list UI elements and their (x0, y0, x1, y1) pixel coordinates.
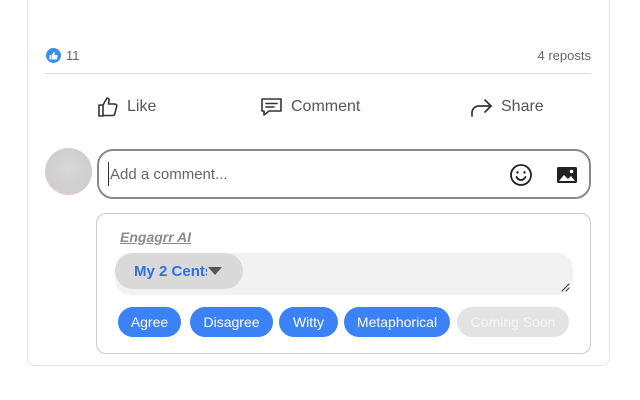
share-arrow-icon (471, 99, 492, 117)
resize-handle-icon[interactable] (560, 282, 570, 292)
like-button[interactable]: Like (96, 88, 156, 126)
like-count: 11 (66, 47, 80, 63)
like-label: Like (127, 98, 157, 115)
share-label: Share (501, 98, 544, 115)
comment-box (97, 149, 591, 199)
chip-disagree[interactable]: Disagree (190, 307, 273, 337)
comment-input[interactable] (108, 162, 490, 186)
ai-panel-title[interactable]: Engagrr AI (120, 229, 191, 245)
image-icon[interactable] (555, 163, 579, 187)
tone-selected-label: My 2 Cents (134, 262, 207, 280)
chip-witty[interactable]: Witty (279, 307, 338, 337)
comment-button[interactable]: Comment (259, 88, 360, 126)
page: 11 4 reposts Like Comment Share Add a co… (0, 0, 640, 400)
chip-agree[interactable]: Agree (118, 307, 181, 337)
speech-bubble-icon (261, 98, 282, 116)
chip-coming-soon: Coming Soon (457, 307, 569, 337)
comment-label: Comment (291, 98, 361, 115)
chip-metaphorical[interactable]: Metaphorical (344, 307, 450, 337)
divider (45, 73, 591, 74)
post-actions: Like Comment Share (46, 88, 591, 126)
reaction-summary[interactable]: 11 (46, 47, 80, 63)
repost-count[interactable]: 4 reposts (538, 48, 591, 63)
caret-down-icon (208, 267, 222, 275)
thumbs-up-outline-icon (98, 97, 118, 117)
smiley-icon[interactable] (509, 163, 533, 187)
tone-dropdown[interactable]: My 2 Cents (115, 253, 243, 289)
engagrr-ai-panel: Engagrr AI My 2 Cents Agree Disagree Wit… (96, 213, 591, 354)
share-button[interactable]: Share (468, 88, 544, 126)
thumbs-up-icon (46, 47, 61, 63)
ai-response-area[interactable]: My 2 Cents (115, 253, 573, 295)
avatar[interactable] (45, 148, 92, 195)
post-stats: 11 4 reposts (46, 44, 591, 66)
